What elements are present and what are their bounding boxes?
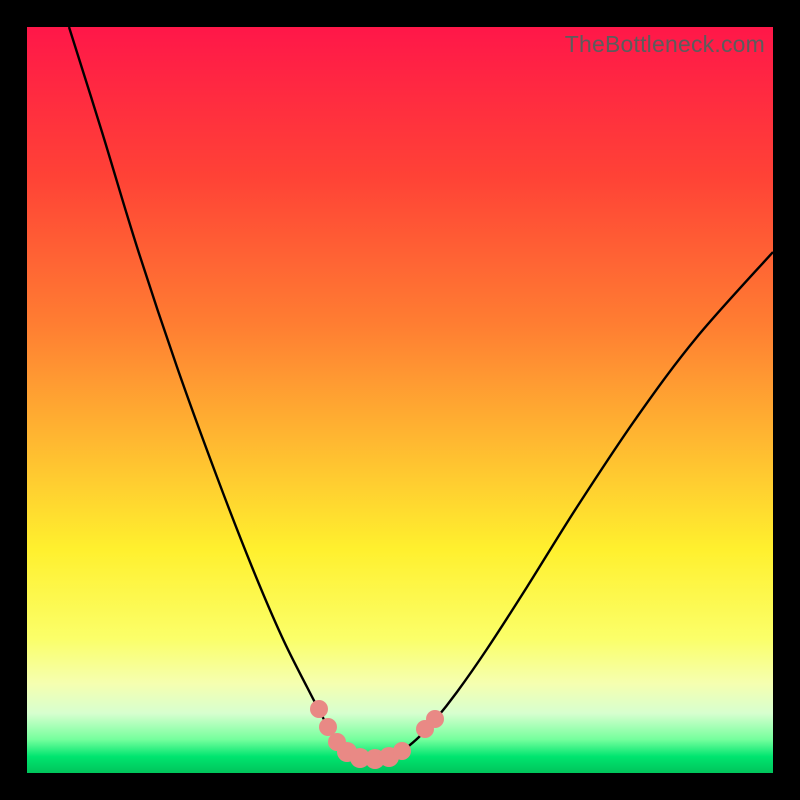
chart-plot-area: TheBottleneck.com bbox=[27, 27, 773, 773]
curve-path bbox=[69, 27, 773, 759]
trough-marker bbox=[319, 718, 337, 736]
trough-marker bbox=[426, 710, 444, 728]
trough-marker bbox=[393, 742, 411, 760]
watermark-text: TheBottleneck.com bbox=[565, 31, 765, 58]
bottleneck-curve bbox=[27, 27, 773, 773]
trough-marker bbox=[310, 700, 328, 718]
